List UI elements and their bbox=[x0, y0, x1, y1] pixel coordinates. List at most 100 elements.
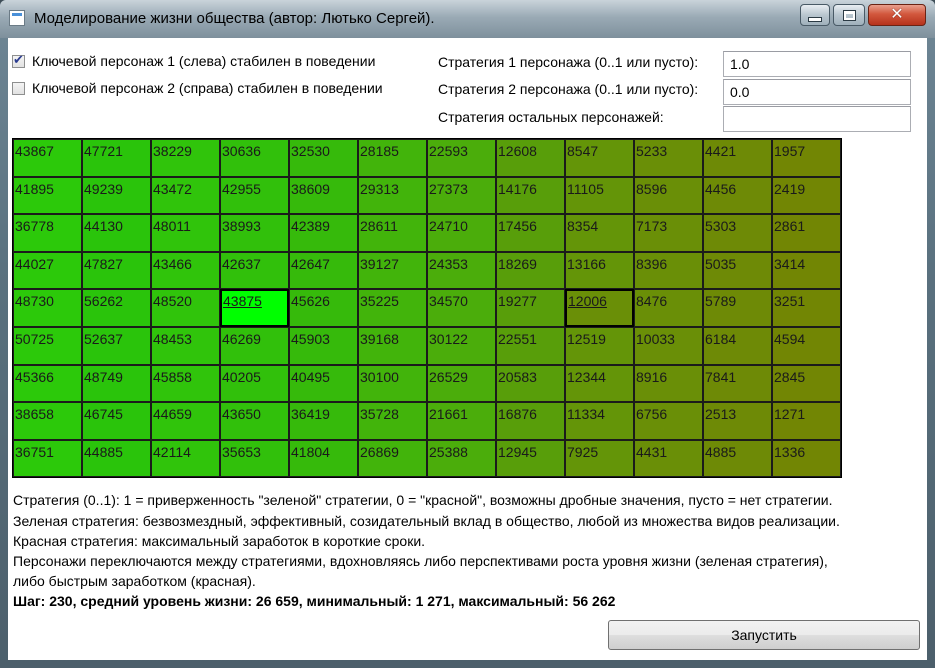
grid-cell: 35653 bbox=[220, 439, 289, 478]
grid-cell: 47721 bbox=[82, 139, 151, 177]
grid-cell: 48453 bbox=[151, 326, 220, 365]
grid-cell: 42955 bbox=[220, 176, 289, 215]
grid-cell: 8916 bbox=[634, 364, 703, 403]
grid-cell: 8354 bbox=[565, 214, 634, 252]
grid-cell: 39168 bbox=[358, 326, 427, 365]
grid-cell: 24710 bbox=[427, 214, 496, 252]
grid-cell: 25388 bbox=[427, 439, 496, 478]
close-button[interactable]: ✕ bbox=[868, 4, 926, 26]
close-icon: ✕ bbox=[890, 6, 904, 23]
grid-cell: 8476 bbox=[634, 289, 703, 327]
grid-cell: 27373 bbox=[427, 176, 496, 215]
grid-cell: 12608 bbox=[496, 139, 565, 177]
grid-cell: 19277 bbox=[496, 289, 565, 327]
grid-cell: 28611 bbox=[358, 214, 427, 252]
window-title: Моделирование жизни общества (автор: Лют… bbox=[34, 10, 435, 27]
grid-cell: 34570 bbox=[427, 289, 496, 327]
info-line-4: Персонажи переключаются между стратегиям… bbox=[13, 553, 828, 569]
grid-cell: 22593 bbox=[427, 139, 496, 177]
grid-cell: 5035 bbox=[703, 251, 772, 290]
grid-cell: 47827 bbox=[82, 251, 151, 290]
key-person-1-stable-checkbox[interactable]: Ключевой персонаж 1 (слева) стабилен в п… bbox=[12, 52, 375, 70]
grid-cell: 3414 bbox=[772, 251, 841, 290]
info-line-1: Стратегия (0..1): 1 = приверженность "зе… bbox=[13, 492, 833, 508]
info-line-2: Зеленая стратегия: безвозмездный, эффект… bbox=[13, 513, 840, 529]
grid-cell: 36419 bbox=[289, 402, 358, 440]
grid-cell: 12519 bbox=[565, 326, 634, 365]
checkbox-box-1[interactable] bbox=[12, 52, 25, 68]
key-person-2-stable-checkbox[interactable]: Ключевой персонаж 2 (справа) стабилен в … bbox=[12, 79, 383, 97]
grid-cell: 5789 bbox=[703, 289, 772, 327]
grid-cell: 36751 bbox=[13, 439, 82, 478]
key-person-2-label: Ключевой персонаж 2 (справа) стабилен в … bbox=[32, 80, 383, 96]
grid-cell: 45903 bbox=[289, 326, 358, 365]
grid-cell: 21661 bbox=[427, 402, 496, 440]
grid-cell: 44885 bbox=[82, 439, 151, 478]
grid-cell: 18269 bbox=[496, 251, 565, 290]
grid-cell: 42114 bbox=[151, 439, 220, 478]
grid-cell: 22551 bbox=[496, 326, 565, 365]
grid-cell: 2845 bbox=[772, 364, 841, 403]
grid-cell: 52637 bbox=[82, 326, 151, 365]
maximize-button[interactable] bbox=[833, 4, 865, 26]
grid-cell: 4421 bbox=[703, 139, 772, 177]
grid-cell: 49239 bbox=[82, 176, 151, 215]
strategy-others-label: Стратегия остальных персонажей: bbox=[438, 109, 664, 125]
grid-cell: 45626 bbox=[289, 289, 358, 327]
grid-cell: 12344 bbox=[565, 364, 634, 403]
run-button[interactable]: Запустить bbox=[608, 620, 920, 650]
grid-cell: 38658 bbox=[13, 402, 82, 440]
app-icon bbox=[9, 10, 25, 26]
grid-cell: 12945 bbox=[496, 439, 565, 478]
grid-cell: 42647 bbox=[289, 251, 358, 290]
grid-cell: 41895 bbox=[13, 176, 82, 215]
grid-cell: 2513 bbox=[703, 402, 772, 440]
grid-cell: 30636 bbox=[220, 139, 289, 177]
strategy-2-input[interactable] bbox=[723, 79, 911, 105]
strategy-others-input[interactable] bbox=[723, 106, 911, 132]
grid-cell: 42389 bbox=[289, 214, 358, 252]
grid-cell: 44027 bbox=[13, 251, 82, 290]
grid-cell: 40205 bbox=[220, 364, 289, 403]
grid-cell: 14176 bbox=[496, 176, 565, 215]
society-grid: 43867 47721 38229 30636 32530 28185 22593 12608… bbox=[12, 138, 842, 479]
grid-cell: 32530 bbox=[289, 139, 358, 177]
grid-cell: 48011 bbox=[151, 214, 220, 252]
grid-cell: 4594 bbox=[772, 326, 841, 365]
checkbox-box-2[interactable] bbox=[12, 81, 25, 95]
grid-cell: 6756 bbox=[634, 402, 703, 440]
grid-cell: 29313 bbox=[358, 176, 427, 215]
grid-cell: 44659 bbox=[151, 402, 220, 440]
grid-cell: 50725 bbox=[13, 326, 82, 365]
grid-cell: 7173 bbox=[634, 214, 703, 252]
grid-cell: 56262 bbox=[82, 289, 151, 327]
strategy-2-label: Стратегия 2 персонажа (0..1 или пусто): bbox=[438, 81, 699, 97]
grid-cell: 8396 bbox=[634, 251, 703, 290]
title-bar[interactable]: Моделирование жизни общества (автор: Лют… bbox=[0, 0, 935, 38]
grid-cell: 35728 bbox=[358, 402, 427, 440]
status-line: Шаг: 230, средний уровень жизни: 26 659,… bbox=[13, 593, 616, 609]
client-area: Ключевой персонаж 1 (слева) стабилен в п… bbox=[8, 38, 927, 660]
grid-cell: 10033 bbox=[634, 326, 703, 365]
key-person-1-label: Ключевой персонаж 1 (слева) стабилен в п… bbox=[32, 53, 376, 69]
app-window: Моделирование жизни общества (автор: Лют… bbox=[0, 0, 935, 668]
grid-cell: 41804 bbox=[289, 439, 358, 478]
grid-cell: 11105 bbox=[565, 176, 634, 215]
strategy-1-input[interactable] bbox=[723, 51, 911, 77]
grid-cell: 38229 bbox=[151, 139, 220, 177]
grid-cell: 5233 bbox=[634, 139, 703, 177]
grid-cell: 48520 bbox=[151, 289, 220, 327]
grid-cell: 8596 bbox=[634, 176, 703, 215]
grid-cell: 1271 bbox=[772, 402, 841, 440]
grid-cell: 11334 bbox=[565, 402, 634, 440]
key-person-1-cell: 43875 bbox=[220, 289, 289, 327]
grid-cell: 2419 bbox=[772, 176, 841, 215]
minimize-button[interactable] bbox=[800, 4, 830, 26]
grid-cell: 28185 bbox=[358, 139, 427, 177]
strategy-1-label: Стратегия 1 персонажа (0..1 или пусто): bbox=[438, 54, 699, 70]
grid-cell: 38993 bbox=[220, 214, 289, 252]
grid-cell: 4431 bbox=[634, 439, 703, 478]
grid-cell: 39127 bbox=[358, 251, 427, 290]
grid-cell: 4885 bbox=[703, 439, 772, 478]
grid-cell: 3251 bbox=[772, 289, 841, 327]
